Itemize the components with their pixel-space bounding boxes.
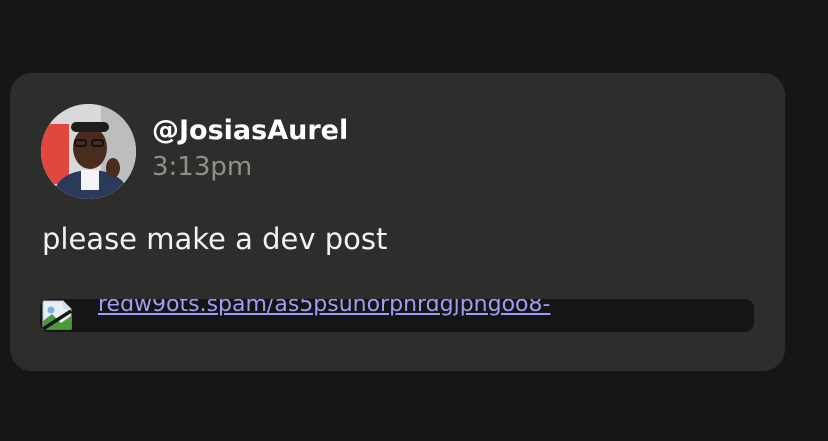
attachment-link[interactable]: redw9ots.spam/as5psunorphrdgjpngoo8- xyxy=(98,299,550,316)
avatar-image xyxy=(41,104,136,199)
post-card: @JosiasAurel 3:13pm please make a dev po… xyxy=(10,73,785,371)
post-message: please make a dev post xyxy=(42,222,388,256)
link-attachment[interactable]: redw9ots.spam/as5psunorphrdgjpngoo8- xyxy=(40,299,754,332)
broken-image-icon xyxy=(41,299,73,332)
post-timestamp: 3:13pm xyxy=(152,152,253,182)
author-username[interactable]: @JosiasAurel xyxy=(152,115,348,146)
author-avatar[interactable] xyxy=(41,104,136,199)
